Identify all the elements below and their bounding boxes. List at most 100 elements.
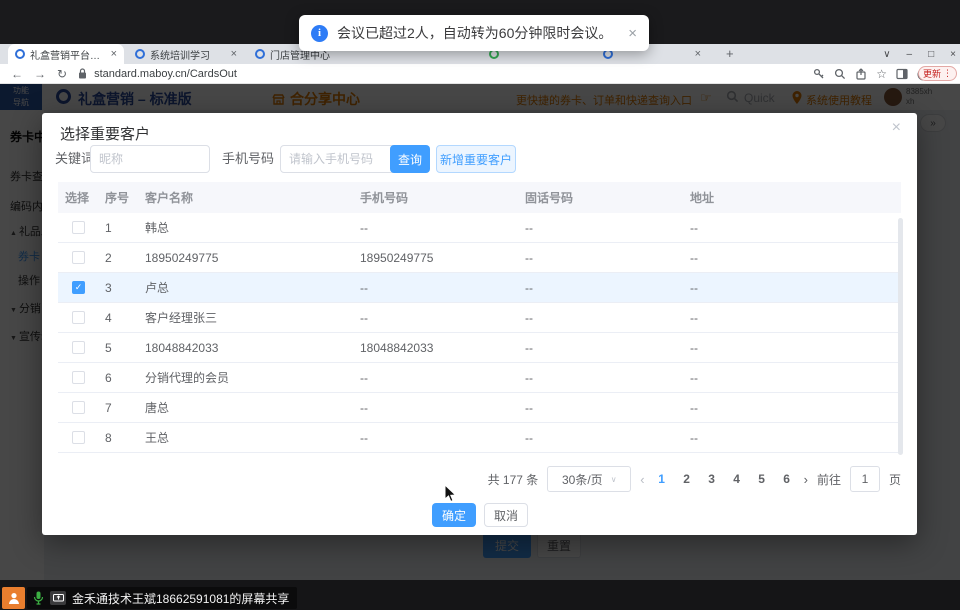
zoom-icon[interactable]: [834, 68, 846, 80]
screen-share-icon: [50, 591, 66, 605]
keyword-input[interactable]: [90, 145, 210, 173]
row-checkbox[interactable]: [72, 221, 85, 234]
row-checkbox[interactable]: [72, 341, 85, 354]
page-number[interactable]: 5: [754, 472, 770, 486]
cell-addr: --: [683, 251, 901, 265]
banner-close-icon[interactable]: ×: [628, 25, 637, 42]
window-controls: ∨ – □ ×: [883, 44, 956, 64]
forward-icon[interactable]: →: [34, 67, 46, 81]
table-row[interactable]: 5 18048842033 18048842033 -- --: [58, 333, 901, 363]
tab-title: 系统培训学习: [150, 47, 226, 62]
tab-favicon: [15, 49, 25, 59]
page-number[interactable]: 1: [654, 472, 670, 486]
table-row[interactable]: 4 客户经理张三 -- -- --: [58, 303, 901, 333]
lock-icon: [78, 68, 87, 79]
cell-name: 韩总: [138, 219, 353, 236]
table-row[interactable]: ✓ 3 卢总 -- -- --: [58, 273, 901, 303]
table-row[interactable]: 6 分销代理的会员 -- -- --: [58, 363, 901, 393]
cell-tel: --: [518, 221, 683, 235]
browser-update-button[interactable]: 更新 ⋮: [918, 66, 957, 81]
table-scrollbar[interactable]: [898, 218, 903, 455]
page-size-select[interactable]: 30条/页 ∨: [547, 466, 631, 492]
cell-no: 4: [98, 311, 138, 325]
cell-name: 18950249775: [138, 251, 353, 265]
cell-phone: --: [353, 221, 518, 235]
next-page-icon[interactable]: ›: [804, 472, 808, 487]
confirm-button[interactable]: 确定: [432, 503, 476, 527]
table-row[interactable]: 2 18950249775 18950249775 -- --: [58, 243, 901, 273]
browser-tab-training[interactable]: 系统培训学习 ×: [128, 44, 244, 64]
search-button[interactable]: 查询: [390, 145, 430, 173]
select-important-customer-dialog: 选择重要客户 × 关键词 手机号码 查询 新增重要客户 选择 序号 客户名称 手…: [42, 113, 917, 535]
cell-no: 1: [98, 221, 138, 235]
table-row[interactable]: 7 唐总 -- -- --: [58, 393, 901, 423]
page-number[interactable]: 4: [729, 472, 745, 486]
cell-no: 7: [98, 401, 138, 415]
cancel-button[interactable]: 取消: [484, 503, 528, 527]
url-text[interactable]: standard.maboy.cn/CardsOut: [94, 68, 237, 80]
col-name: 客户名称: [138, 189, 353, 206]
update-label: 更新: [923, 67, 941, 80]
cell-phone: 18950249775: [353, 251, 518, 265]
col-no: 序号: [98, 189, 138, 206]
sharer-avatar: [2, 587, 25, 609]
tab-close-icon[interactable]: ×: [695, 48, 701, 60]
page-number[interactable]: 6: [779, 472, 795, 486]
maximize-icon[interactable]: □: [928, 49, 934, 60]
cell-no: 6: [98, 371, 138, 385]
row-checkbox[interactable]: [72, 401, 85, 414]
col-select: 选择: [58, 189, 98, 206]
row-checkbox[interactable]: [72, 371, 85, 384]
side-panel-icon[interactable]: [896, 68, 908, 80]
cell-addr: --: [683, 401, 901, 415]
share-icon[interactable]: [855, 68, 867, 80]
profile-chevron-icon[interactable]: ∨: [883, 49, 890, 60]
key-icon[interactable]: [813, 68, 825, 80]
share-text: 金禾通技术王斌18662591081的屏幕共享: [72, 590, 289, 607]
row-checkbox[interactable]: [72, 311, 85, 324]
cell-name: 卢总: [138, 279, 353, 296]
row-checkbox[interactable]: [72, 251, 85, 264]
tab-close-icon[interactable]: ×: [111, 48, 117, 60]
mouse-cursor: [444, 484, 457, 503]
col-addr: 地址: [683, 189, 901, 206]
cell-addr: --: [683, 311, 901, 325]
phone-input[interactable]: [280, 145, 404, 173]
pagination: 共 177 条 30条/页 ∨ ‹ 1 2 3 4 5 6 › 前往 页: [488, 465, 901, 493]
row-checkbox[interactable]: ✓: [72, 281, 85, 294]
back-icon[interactable]: ←: [11, 67, 23, 81]
dialog-title: 选择重要客户: [60, 123, 150, 144]
minimize-icon[interactable]: –: [907, 49, 913, 60]
cell-no: 5: [98, 341, 138, 355]
cell-phone: --: [353, 371, 518, 385]
cell-name: 18048842033: [138, 341, 353, 355]
window-close-icon[interactable]: ×: [950, 49, 956, 60]
prev-page-icon[interactable]: ‹: [640, 472, 644, 487]
table-header-row: 选择 序号 客户名称 手机号码 固话号码 地址: [58, 182, 901, 213]
cell-no: 2: [98, 251, 138, 265]
dialog-close-icon[interactable]: ×: [892, 119, 901, 137]
bookmark-star-icon[interactable]: ☆: [876, 67, 887, 81]
tab-favicon: [255, 49, 265, 59]
screen: 礼盒营销平台管理中心 × 系统培训学习 × 门店管理中心 × + ∨ – □ ×…: [0, 0, 960, 610]
row-checkbox[interactable]: [72, 431, 85, 444]
table-row[interactable]: 8 王总 -- -- --: [58, 423, 901, 453]
banner-message: 会议已超过2人，自动转为60分钟限时会议。: [337, 23, 612, 43]
menu-dots-icon[interactable]: ⋮: [943, 68, 952, 79]
tab-close-icon[interactable]: ×: [231, 48, 237, 60]
cell-name: 分销代理的会员: [138, 369, 353, 386]
person-icon: [7, 591, 21, 605]
add-important-customer-button[interactable]: 新增重要客户: [436, 145, 516, 173]
microphone-icon: [33, 591, 44, 605]
page-number[interactable]: 3: [704, 472, 720, 486]
goto-page-input[interactable]: [850, 466, 880, 492]
refresh-icon[interactable]: ↻: [57, 67, 67, 81]
cell-no: 3: [98, 281, 138, 295]
new-tab-button[interactable]: +: [726, 46, 734, 61]
table-row[interactable]: 1 韩总 -- -- --: [58, 213, 901, 243]
browser-tab-gift-admin[interactable]: 礼盒营销平台管理中心 ×: [8, 44, 124, 64]
cell-no: 8: [98, 431, 138, 445]
cell-tel: --: [518, 401, 683, 415]
page-number[interactable]: 2: [679, 472, 695, 486]
cell-tel: --: [518, 311, 683, 325]
